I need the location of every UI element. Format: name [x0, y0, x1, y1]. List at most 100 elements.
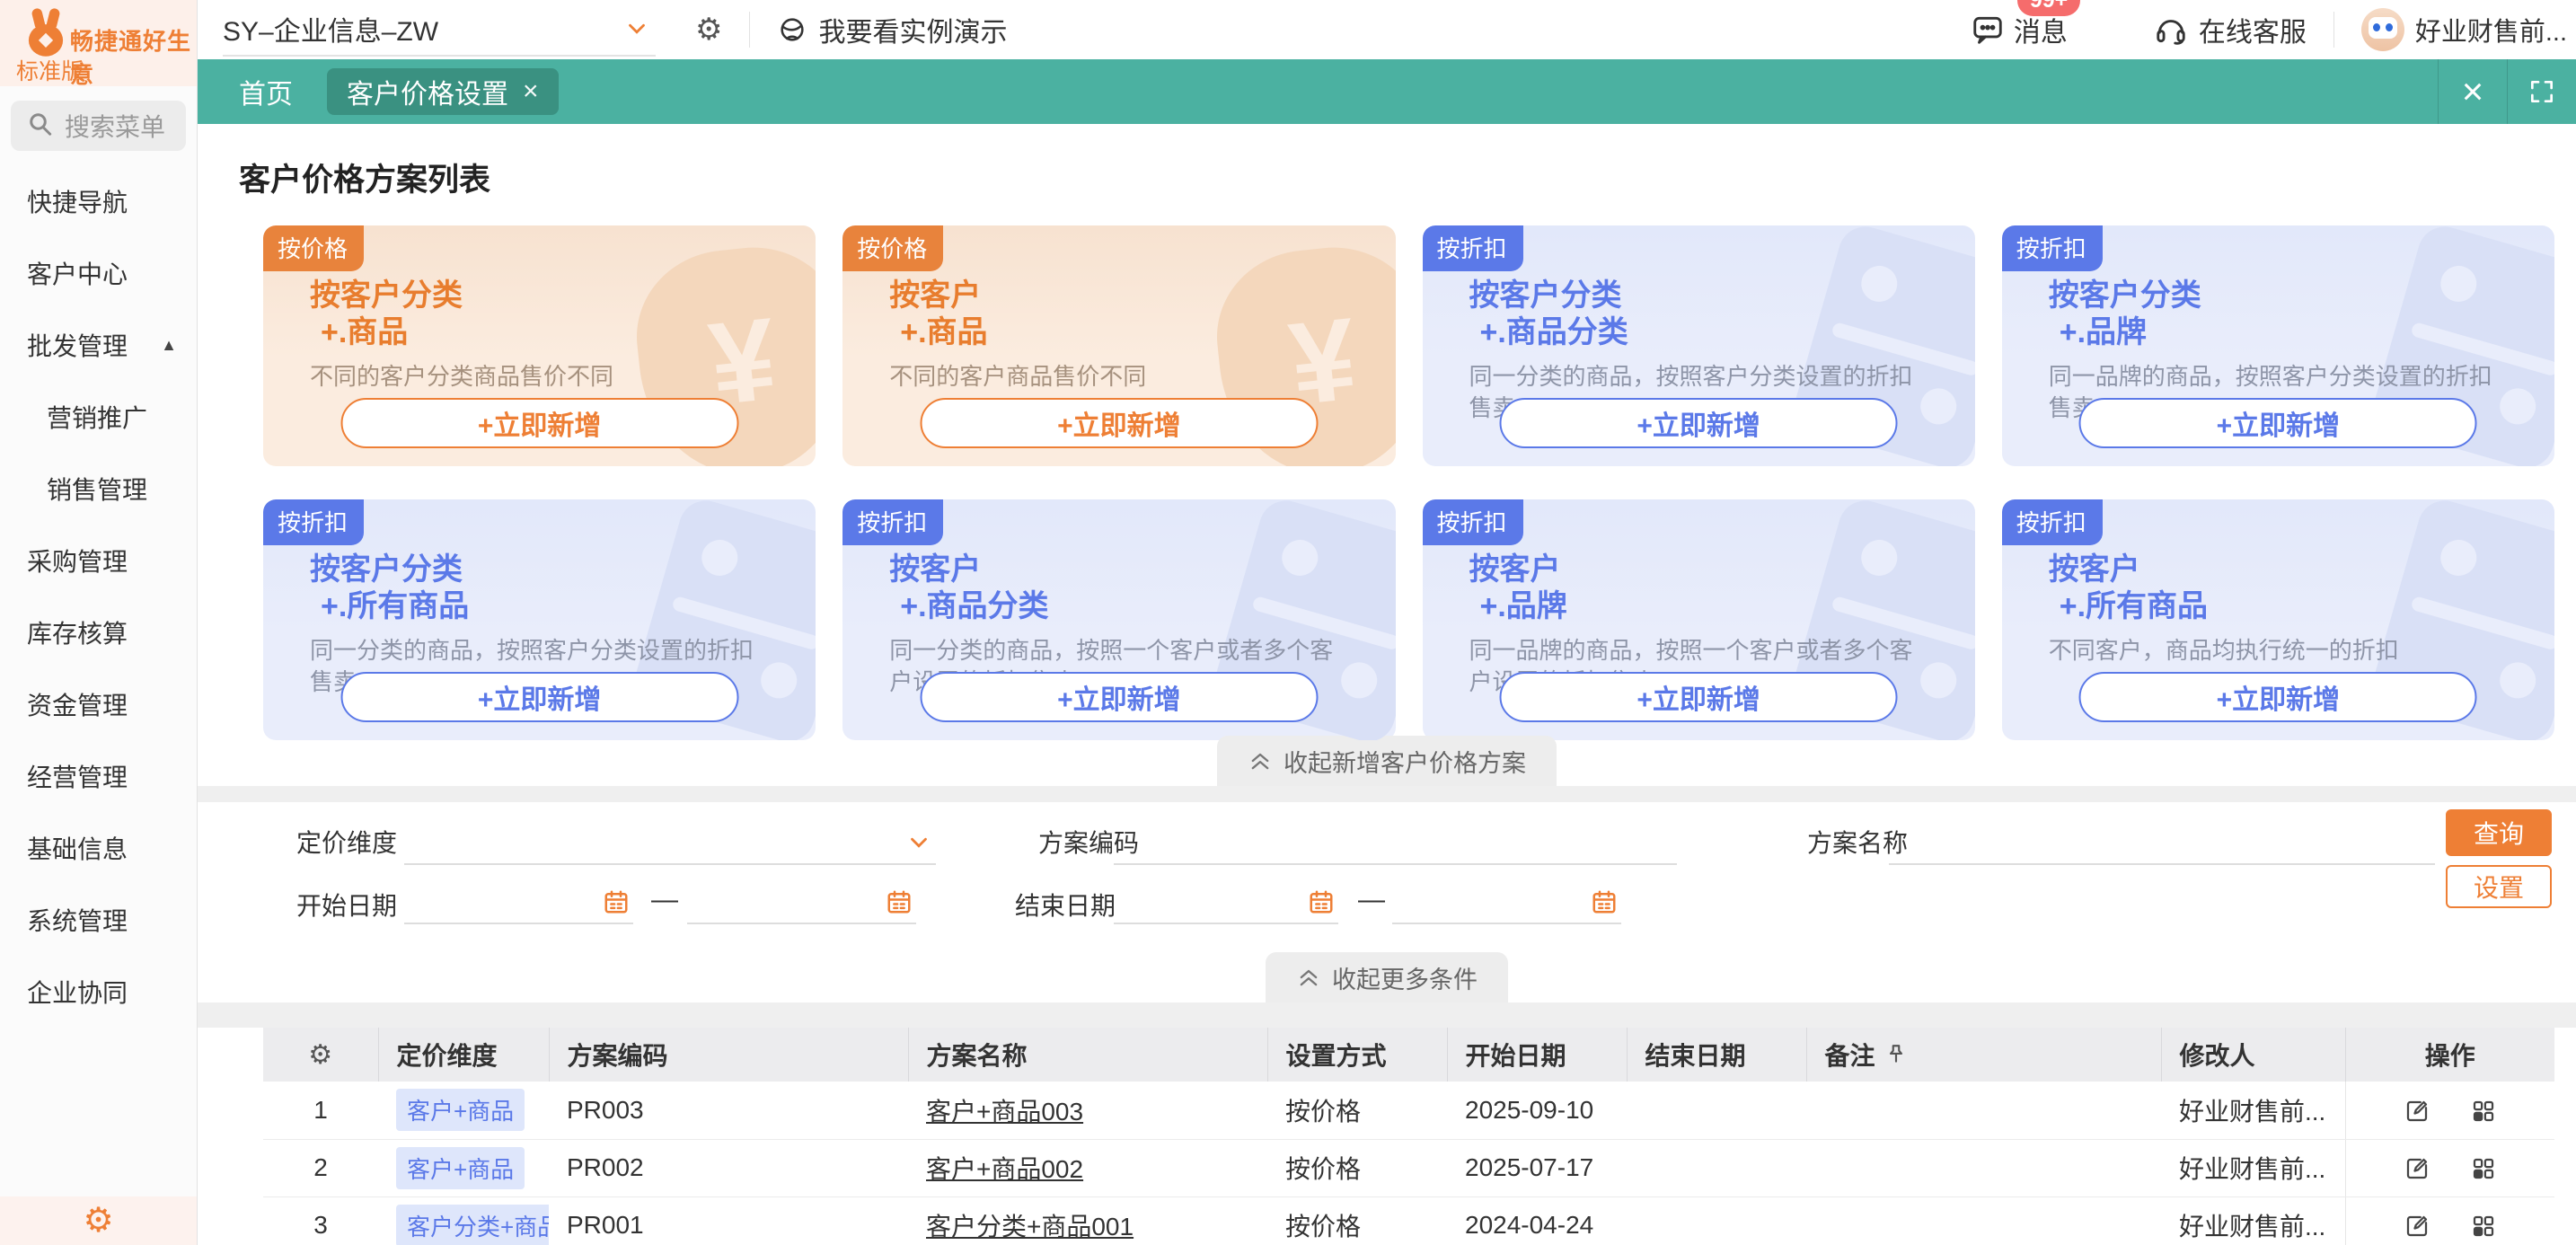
start-date-from-input[interactable] — [404, 876, 633, 924]
sidebar-item-system[interactable]: 系统管理 — [0, 884, 197, 956]
start-date-label: 开始日期 — [296, 887, 397, 923]
edit-icon[interactable] — [2404, 1098, 2430, 1125]
calendar-icon — [603, 888, 630, 915]
add-now-button[interactable]: +立即新增 — [2079, 398, 2477, 448]
sidebar-item-customer-center[interactable]: 客户中心 — [0, 237, 197, 309]
content: 客户价格方案列表 ¥ 按价格 按客户分类 +.商品 不同的客户分类商品售价不同 … — [198, 124, 2576, 1245]
col-end-date: 结束日期 — [1627, 1028, 1806, 1082]
brand-edition-badge: 标准版 — [16, 54, 84, 86]
sidebar-item-inventory[interactable]: 库存核算 — [0, 596, 197, 668]
card-tag: 按折扣 — [2002, 499, 2103, 545]
plan-card-customer-brand: 按折扣 按客户 +.品牌 同一品牌的商品，按照一个客户或者多个客户设置的折扣售卖… — [1423, 499, 1975, 740]
tabbar: 首页 客户价格设置 × × — [198, 59, 2576, 124]
user-avatar — [2361, 8, 2404, 51]
card-tag: 按折扣 — [1423, 225, 1523, 271]
pin-icon[interactable] — [1884, 1043, 1908, 1066]
close-all-tabs-button[interactable]: × — [2438, 59, 2507, 124]
edit-icon[interactable] — [2404, 1155, 2430, 1182]
sidebar: 畅捷通好生意 标准版 搜索菜单 快捷导航 客户中心 批发管理 ▲ 营销推广 销售… — [0, 0, 198, 1245]
edit-icon[interactable] — [2404, 1213, 2430, 1240]
message-icon — [1971, 13, 2005, 47]
collapse-plans-button[interactable]: 收起新增客户价格方案 — [1217, 736, 1557, 786]
add-now-button[interactable]: +立即新增 — [920, 672, 1318, 722]
start-date-to-input[interactable] — [687, 876, 916, 924]
org-selector-value: SY–企业信息–ZW — [223, 9, 438, 49]
app-window: 畅捷通好生意 标准版 搜索菜单 快捷导航 客户中心 批发管理 ▲ 营销推广 销售… — [0, 0, 2576, 1245]
panel-gap — [198, 786, 2576, 802]
add-now-button[interactable]: +立即新增 — [340, 398, 738, 448]
col-actions: 操作 — [2345, 1028, 2554, 1082]
sidebar-item-quick-nav[interactable]: 快捷导航 — [0, 165, 197, 237]
plan-code-input[interactable] — [1114, 817, 1677, 865]
col-modifier: 修改人 — [2161, 1028, 2345, 1082]
table-row[interactable]: 1 客户+商品 PR003 客户+商品003 按价格 2025-09-10 好业… — [263, 1082, 2554, 1139]
close-icon: × — [2462, 73, 2484, 110]
gear-icon[interactable]: ⚙ — [695, 14, 722, 45]
online-support-button[interactable]: 在线客服 — [2154, 10, 2307, 49]
sidebar-item-base-info[interactable]: 基础信息 — [0, 812, 197, 884]
demo-link[interactable]: 我要看实例演示 — [777, 10, 1007, 49]
settings-button[interactable]: 设置 — [2446, 865, 2552, 908]
plan-card-customer-class-product: ¥ 按价格 按客户分类 +.商品 不同的客户分类商品售价不同 +立即新增 — [263, 225, 816, 466]
plan-card-customer-class-brand: 按折扣 按客户分类 +.品牌 同一品牌的商品，按照客户分类设置的折扣售卖 +立即… — [2002, 225, 2554, 466]
sidebar-item-purchase[interactable]: 采购管理 — [0, 525, 197, 596]
sidebar-item-sales[interactable]: 销售管理 — [0, 453, 197, 525]
add-now-button[interactable]: +立即新增 — [1500, 672, 1898, 722]
card-title: 按客户 +.所有商品 — [2049, 552, 2554, 626]
price-plan-panel: 客户价格方案列表 ¥ 按价格 按客户分类 +.商品 不同的客户分类商品售价不同 … — [198, 124, 2576, 786]
more-actions-grid-icon[interactable] — [2470, 1213, 2497, 1240]
card-tag: 按折扣 — [263, 499, 364, 545]
settings-gear-icon[interactable]: ⚙ — [83, 1204, 113, 1238]
plan-card-customer-class-all-products: 按折扣 按客户分类 +.所有商品 同一分类的商品，按照客户分类设置的折扣售卖 +… — [263, 499, 816, 740]
dimension-tag: 客户分类+商品 — [396, 1205, 549, 1245]
pricing-dimension-select[interactable] — [404, 817, 936, 865]
fullscreen-button[interactable] — [2507, 59, 2576, 124]
add-now-button[interactable]: +立即新增 — [1500, 398, 1898, 448]
plan-name-link[interactable]: 客户+商品003 — [926, 1098, 1083, 1126]
card-title: 按客户 +.商品 — [889, 278, 1395, 352]
menu-search-input[interactable]: 搜索菜单 — [11, 101, 186, 151]
end-date-from-input[interactable] — [1114, 876, 1338, 924]
plan-table-panel: ⚙ 定价维度 方案编码 方案名称 设置方式 开始日期 结束日期 备注 — [198, 1028, 2576, 1245]
add-now-button[interactable]: +立即新增 — [920, 398, 1318, 448]
price-plan-cards: ¥ 按价格 按客户分类 +.商品 不同的客户分类商品售价不同 +立即新增 ¥ 按… — [198, 200, 2576, 740]
sidebar-item-funds[interactable]: 资金管理 — [0, 668, 197, 740]
card-title: 按客户分类 +.所有商品 — [310, 552, 816, 626]
query-button[interactable]: 查询 — [2446, 809, 2552, 856]
user-name: 好业财售前... — [2415, 11, 2567, 49]
add-now-button[interactable]: +立即新增 — [2079, 672, 2477, 722]
plan-table: ⚙ 定价维度 方案编码 方案名称 设置方式 开始日期 结束日期 备注 — [263, 1028, 2554, 1245]
table-row[interactable]: 2 客户+商品 PR002 客户+商品002 按价格 2025-07-17 好业… — [263, 1139, 2554, 1196]
sidebar-item-collaboration[interactable]: 企业协同 — [0, 956, 197, 1028]
card-title: 按客户分类 +.品牌 — [2049, 278, 2554, 352]
sidebar-item-marketing[interactable]: 营销推广 — [0, 381, 197, 453]
column-settings-gear-icon[interactable]: ⚙ — [308, 1040, 332, 1070]
topbar-right: 消息 99+ 在线客服 好业财售 — [1971, 8, 2567, 51]
messages-button[interactable]: 消息 99+ — [1971, 10, 2068, 49]
add-now-button[interactable]: +立即新增 — [340, 672, 738, 722]
card-title: 按客户 +.商品分类 — [889, 552, 1395, 626]
chevron-down-icon — [623, 15, 650, 42]
tab-close-icon[interactable]: × — [523, 78, 539, 105]
col-plan-code: 方案编码 — [549, 1028, 908, 1082]
double-chevron-up-icon — [1296, 965, 1321, 990]
plan-name-input[interactable] — [1889, 817, 2435, 865]
user-menu[interactable]: 好业财售前... — [2361, 8, 2567, 51]
more-actions-grid-icon[interactable] — [2470, 1155, 2497, 1182]
org-selector-dropdown[interactable]: SY–企业信息–ZW — [223, 3, 656, 57]
table-row[interactable]: 3 客户分类+商品 PR001 客户分类+商品001 按价格 2024-04-2… — [263, 1196, 2554, 1245]
col-plan-name: 方案名称 — [908, 1028, 1267, 1082]
tab-home[interactable]: 首页 — [239, 72, 293, 111]
more-actions-grid-icon[interactable] — [2470, 1098, 2497, 1125]
sidebar-item-wholesale[interactable]: 批发管理 ▲ — [0, 309, 197, 381]
plan-card-customer-product: ¥ 按价格 按客户 +.商品 不同的客户商品售价不同 +立即新增 — [842, 225, 1395, 466]
card-description: 不同客户，商品均执行统一的折扣 — [2049, 635, 2501, 667]
col-setting-method: 设置方式 — [1267, 1028, 1447, 1082]
filter-panel: 定价维度 方案编码 方案名称 开始日期 — — [198, 802, 2576, 1002]
tab-customer-price-settings[interactable]: 客户价格设置 × — [327, 68, 559, 115]
sidebar-item-operations[interactable]: 经营管理 — [0, 740, 197, 812]
end-date-to-input[interactable] — [1392, 876, 1621, 924]
plan-name-link[interactable]: 客户分类+商品001 — [926, 1213, 1134, 1241]
plan-name-link[interactable]: 客户+商品002 — [926, 1155, 1083, 1183]
collapse-more-conditions-button[interactable]: 收起更多条件 — [1266, 952, 1508, 1002]
